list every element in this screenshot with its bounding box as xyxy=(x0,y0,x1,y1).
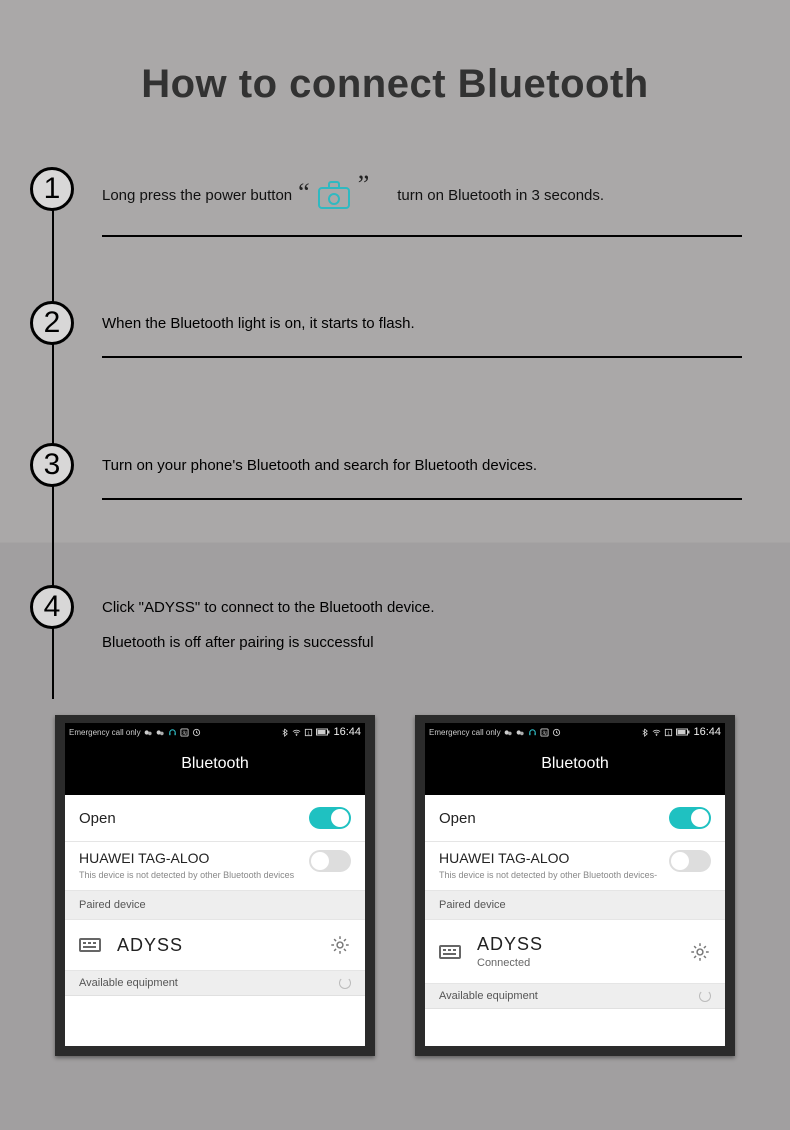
wechat-icon xyxy=(504,728,513,737)
paired-section-header: Paired device xyxy=(425,891,725,920)
status-carrier: Emergency call only xyxy=(429,728,501,737)
sim-icon: 1 xyxy=(664,728,673,737)
wechat-icon xyxy=(156,728,165,737)
bluetooth-toggle[interactable] xyxy=(309,807,351,829)
app-icon: 淘 xyxy=(540,728,549,737)
svg-text:1: 1 xyxy=(308,730,311,735)
paired-device-name: ADYSS xyxy=(477,934,673,955)
bluetooth-toggle[interactable] xyxy=(669,807,711,829)
my-device-sub: This device is not detected by other Blu… xyxy=(439,870,657,880)
sim-icon: 1 xyxy=(304,728,313,737)
available-section-header: Available equipment xyxy=(65,971,365,996)
my-device-name: HUAWEI TAG-ALOO xyxy=(439,850,657,866)
divider xyxy=(102,235,742,237)
steps-list: 1 Long press the power button “ ” turn o… xyxy=(30,167,790,675)
step-badge: 2 xyxy=(30,301,74,345)
step-badge: 3 xyxy=(30,443,74,487)
available-section-header: Available equipment xyxy=(425,984,725,1009)
headphones-icon xyxy=(168,728,177,737)
status-bar: Emergency call only 淘 1 16:44 xyxy=(65,723,365,741)
status-bar: Emergency call only 淘 1 16:44 xyxy=(425,723,725,741)
bluetooth-icon xyxy=(280,728,289,737)
svg-text:1: 1 xyxy=(668,730,671,735)
open-label: Open xyxy=(439,810,476,827)
blank-area xyxy=(425,1009,725,1043)
keyboard-icon xyxy=(439,945,461,959)
screen-title: Bluetooth xyxy=(65,741,365,795)
screen-title: Bluetooth xyxy=(425,741,725,795)
step-3: 3 Turn on your phone's Bluetooth and sea… xyxy=(30,443,790,533)
clock-icon xyxy=(552,728,561,737)
page-title: How to connect Bluetooth xyxy=(0,0,790,107)
quote-close: ” xyxy=(358,178,370,191)
step-badge: 1 xyxy=(30,167,74,211)
clock-icon xyxy=(192,728,201,737)
paired-section-header: Paired device xyxy=(65,891,365,920)
step-1: 1 Long press the power button “ ” turn o… xyxy=(30,167,790,257)
paired-device-status: Connected xyxy=(477,957,673,969)
device-row: HUAWEI TAG-ALOO This device is not detec… xyxy=(425,842,725,891)
spinner-icon xyxy=(699,990,711,1002)
paired-device-row[interactable]: ADYSS xyxy=(65,920,365,971)
phone-right: Emergency call only 淘 1 16:44 Bluetooth … xyxy=(415,715,735,1056)
available-label: Available equipment xyxy=(439,990,538,1002)
step-2: 2 When the Bluetooth light is on, it sta… xyxy=(30,301,790,391)
wifi-icon xyxy=(292,728,301,737)
divider xyxy=(102,498,742,500)
step-1-post: turn on Bluetooth in 3 seconds. xyxy=(397,184,604,208)
my-device-name: HUAWEI TAG-ALOO xyxy=(79,850,294,866)
step-4: 4 Click "ADYSS" to connect to the Blueto… xyxy=(30,585,790,675)
status-time: 16:44 xyxy=(693,726,721,738)
phone-mockups: Emergency call only 淘 1 16:44 Bluetooth … xyxy=(0,715,790,1056)
bluetooth-icon xyxy=(640,728,649,737)
app-icon: 淘 xyxy=(180,728,189,737)
status-carrier: Emergency call only xyxy=(69,728,141,737)
battery-icon xyxy=(676,728,690,737)
spinner-icon xyxy=(339,977,351,989)
wechat-icon xyxy=(144,728,153,737)
wechat-icon xyxy=(516,728,525,737)
gear-icon[interactable] xyxy=(329,934,351,956)
step-badge: 4 xyxy=(30,585,74,629)
phone-left: Emergency call only 淘 1 16:44 Bluetooth … xyxy=(55,715,375,1056)
step-3-text: Turn on your phone's Bluetooth and searc… xyxy=(102,457,742,474)
visibility-toggle[interactable] xyxy=(309,850,351,872)
my-device-sub: This device is not detected by other Blu… xyxy=(79,870,294,880)
svg-text:淘: 淘 xyxy=(182,729,187,736)
quote-open: “ xyxy=(298,186,310,199)
gear-icon[interactable] xyxy=(689,941,711,963)
divider xyxy=(102,356,742,358)
paired-device-row[interactable]: ADYSS Connected xyxy=(425,920,725,984)
open-row: Open xyxy=(65,795,365,842)
step-4-text-b: Bluetooth is off after pairing is succes… xyxy=(102,634,742,651)
open-row: Open xyxy=(425,795,725,842)
keyboard-icon xyxy=(79,938,101,952)
step-2-text: When the Bluetooth light is on, it start… xyxy=(102,315,742,332)
svg-text:淘: 淘 xyxy=(542,729,547,736)
open-label: Open xyxy=(79,810,116,827)
headphones-icon xyxy=(528,728,537,737)
device-row: HUAWEI TAG-ALOO This device is not detec… xyxy=(65,842,365,891)
available-label: Available equipment xyxy=(79,977,178,989)
status-time: 16:44 xyxy=(333,726,361,738)
wifi-icon xyxy=(652,728,661,737)
blank-area xyxy=(65,996,365,1046)
step-4-text-a: Click "ADYSS" to connect to the Bluetoot… xyxy=(102,599,742,616)
paired-device-name: ADYSS xyxy=(117,935,313,956)
visibility-toggle[interactable] xyxy=(669,850,711,872)
camera-icon xyxy=(316,181,352,211)
battery-icon xyxy=(316,728,330,737)
step-1-pre: Long press the power button xyxy=(102,184,292,208)
